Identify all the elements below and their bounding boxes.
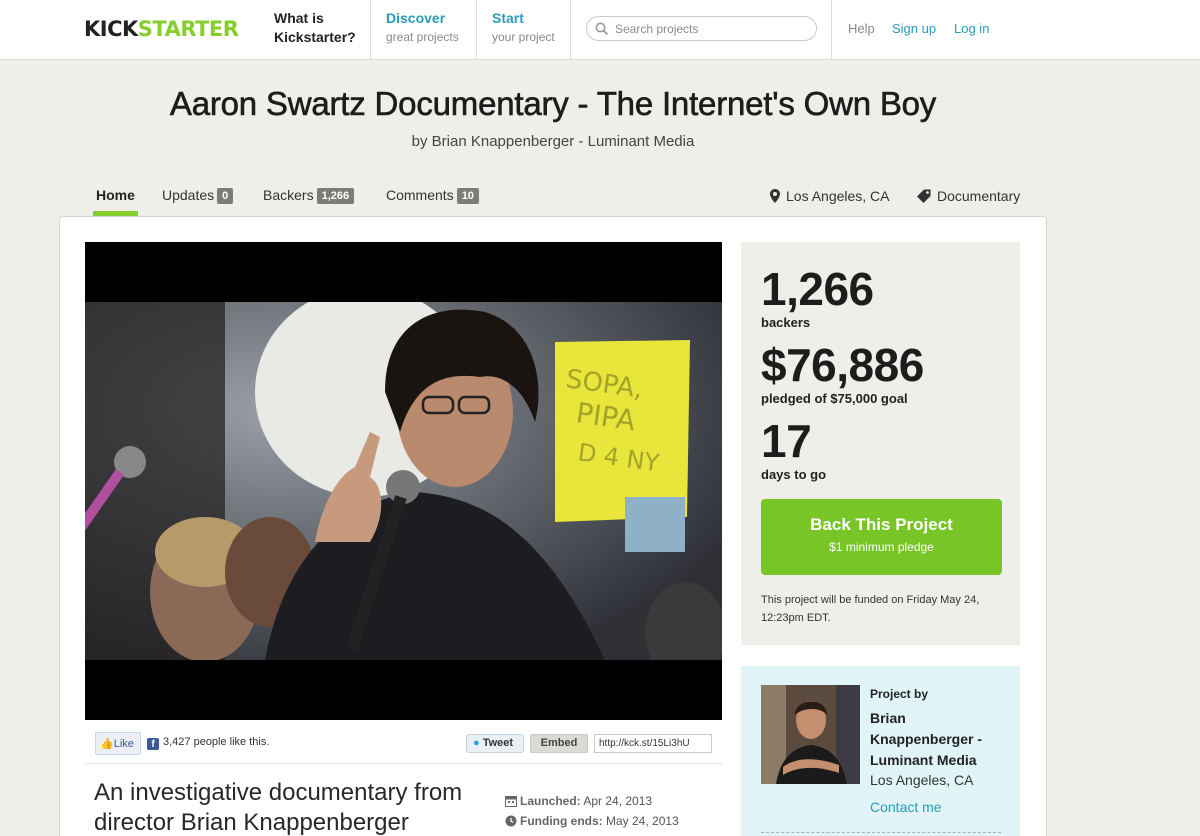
nav-what-is-line2: Kickstarter?	[274, 29, 356, 45]
calendar-icon	[505, 796, 517, 807]
video-frame-image: SOPA, PIPA D 4 NY	[85, 302, 722, 660]
tab-comments[interactable]: Comments 10	[386, 187, 479, 217]
pledged-amount: $76,886	[761, 339, 924, 391]
updates-count-badge: 0	[217, 188, 234, 204]
facebook-like-label: Like	[113, 738, 134, 750]
funding-ends-date: May 24, 2013	[606, 814, 679, 828]
tab-backers[interactable]: Backers 1,266	[263, 187, 355, 217]
nav-start[interactable]: Start your project	[477, 0, 571, 59]
nav-discover-title: Discover	[386, 10, 446, 26]
backers-count-badge: 1,266	[316, 188, 355, 204]
project-title: Aaron Swartz Documentary - The Internet'…	[169, 85, 937, 123]
pledged-label: pledged of $75,000 goal	[761, 391, 908, 406]
nav-start-sub: your project	[492, 30, 555, 44]
project-location-text: Los Angeles, CA	[786, 188, 890, 204]
search-box[interactable]	[586, 16, 817, 41]
creator-location: Los Angeles, CA	[870, 772, 974, 788]
nav-what-is-line1: What is	[274, 10, 324, 26]
tab-comments-label: Comments	[386, 187, 454, 203]
signup-link[interactable]: Sign up	[892, 21, 936, 36]
site-header: KICKSTARTER What is Kickstarter? Discove…	[0, 0, 1200, 60]
kickstarter-logo[interactable]: KICKSTARTER	[84, 16, 239, 42]
project-blurb: An investigative documentary from direct…	[94, 779, 463, 836]
project-category[interactable]: Documentary	[917, 188, 1020, 204]
location-pin-icon	[770, 189, 780, 203]
back-this-project-button[interactable]: Back This Project $1 minimum pledge	[761, 499, 1002, 575]
project-byline[interactable]: by Brian Knappenberger - Luminant Media	[0, 133, 1106, 150]
creator-name[interactable]: Brian Knappenberger - Luminant Media	[870, 708, 1010, 771]
creator-panel: Project by Brian Knappenberger - Luminan…	[741, 666, 1020, 836]
backers-label: backers	[761, 315, 811, 330]
tab-home-label: Home	[96, 187, 135, 203]
project-video[interactable]: SOPA, PIPA D 4 NY	[85, 242, 722, 720]
nav-what-is-kickstarter[interactable]: What is Kickstarter?	[259, 0, 371, 59]
facebook-like-count: f 3,427 people like this.	[147, 736, 269, 750]
launched-label: Launched:	[520, 794, 581, 808]
twitter-bird-icon: ●	[473, 737, 480, 749]
backers-count: 1,266	[761, 263, 874, 315]
creator-divider	[761, 832, 1001, 833]
nav-start-title: Start	[492, 10, 524, 26]
tab-updates[interactable]: Updates 0	[162, 187, 234, 217]
contact-me-link[interactable]: Contact me	[870, 799, 942, 815]
tweet-button[interactable]: ● Tweet	[466, 734, 524, 753]
funding-ends-row: Funding ends: May 24, 2013	[505, 811, 679, 831]
video-still: SOPA, PIPA D 4 NY	[85, 302, 722, 660]
funding-stats-panel: 1,266 backers $76,886 pledged of $75,000…	[741, 242, 1020, 645]
search-icon	[595, 22, 609, 36]
tab-backers-label: Backers	[263, 187, 314, 203]
tweet-label: Tweet	[482, 737, 514, 749]
search-input[interactable]	[615, 20, 810, 37]
header-divider	[831, 0, 832, 59]
tag-icon	[917, 189, 931, 203]
days-to-go-count: 17	[761, 415, 812, 467]
days-to-go-label: days to go	[761, 467, 827, 482]
facebook-icon: f	[147, 738, 159, 750]
comments-count-badge: 10	[456, 188, 479, 204]
clock-icon	[505, 815, 517, 827]
tab-home[interactable]: Home	[93, 187, 138, 217]
project-by-label: Project by	[870, 687, 929, 701]
nav-discover-sub: great projects	[386, 30, 459, 44]
tab-updates-label: Updates	[162, 187, 215, 203]
project-location[interactable]: Los Angeles, CA	[770, 188, 890, 204]
back-button-label: Back This Project	[810, 515, 953, 534]
funding-ends-label: Funding ends:	[520, 814, 603, 828]
facebook-like-button[interactable]: 👍Like	[95, 732, 141, 755]
launched-row: Launched: Apr 24, 2013	[505, 791, 679, 811]
share-bar: 👍Like f 3,427 people like this. ● Tweet E…	[85, 722, 722, 764]
help-link[interactable]: Help	[848, 21, 875, 36]
creator-avatar[interactable]	[761, 685, 860, 784]
nav-discover[interactable]: Discover great projects	[371, 0, 477, 59]
creator-photo	[761, 685, 860, 784]
project-dates: Launched: Apr 24, 2013 Funding ends: May…	[505, 791, 679, 831]
facebook-like-count-text: 3,427 people like this.	[163, 736, 270, 748]
login-link[interactable]: Log in	[954, 21, 989, 36]
embed-button[interactable]: Embed	[530, 734, 588, 753]
project-category-text: Documentary	[937, 188, 1021, 204]
thumbs-up-icon: 👍	[100, 738, 114, 750]
minimum-pledge-label: $1 minimum pledge	[829, 540, 934, 554]
launched-date: Apr 24, 2013	[583, 794, 653, 808]
short-url-field[interactable]: http://kck.st/15Li3hU	[594, 734, 712, 753]
funding-deadline-note: This project will be funded on Friday Ma…	[761, 594, 980, 624]
